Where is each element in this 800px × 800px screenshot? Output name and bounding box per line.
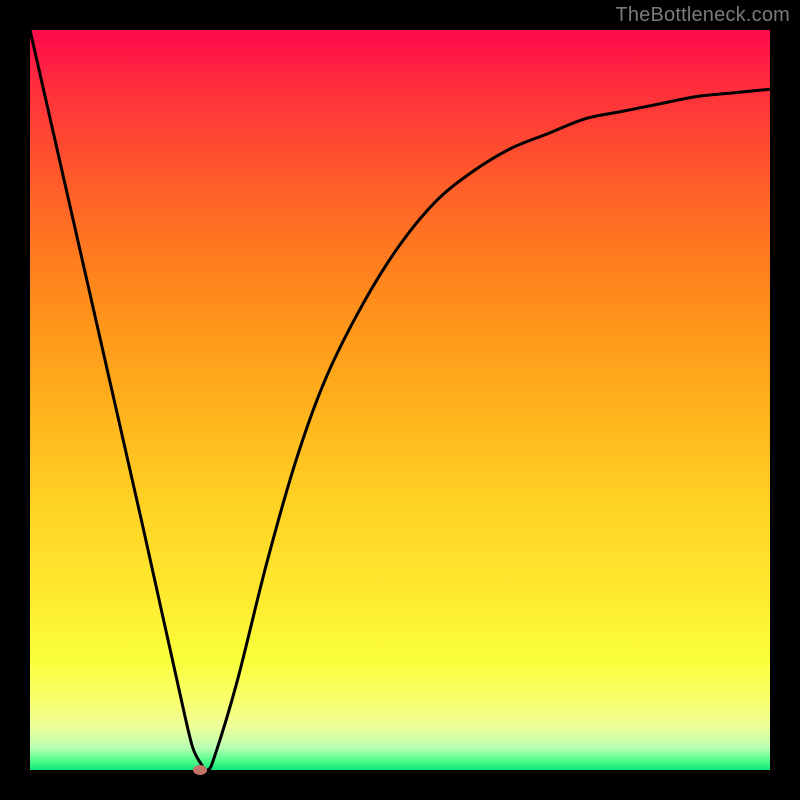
bottleneck-curve (30, 30, 770, 770)
plot-area (30, 30, 770, 770)
watermark-text: TheBottleneck.com (615, 4, 790, 27)
chart-frame: TheBottleneck.com (0, 0, 800, 800)
minimum-marker (193, 765, 207, 775)
curve-path (30, 30, 770, 770)
